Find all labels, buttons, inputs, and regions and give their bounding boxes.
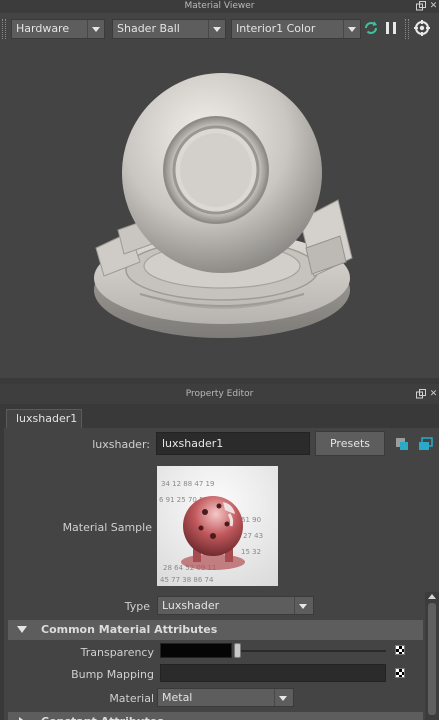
show-input-output-icon[interactable] xyxy=(395,437,409,451)
section-constant-attributes[interactable]: Constant Attributes xyxy=(8,712,423,720)
chevron-down-icon xyxy=(208,20,225,38)
property-editor-titlebar: Property Editor ✕ xyxy=(0,384,439,404)
render-settings-icon[interactable] xyxy=(414,20,430,38)
map-texture-button-icon[interactable] xyxy=(395,668,405,678)
toolbar-separator xyxy=(405,19,409,39)
presets-button[interactable]: Presets xyxy=(315,431,385,456)
scroll-up-icon[interactable] xyxy=(428,594,436,599)
material-viewer-toolbar: Hardware Shader Ball Interior1 Color xyxy=(0,13,439,45)
chevron-down-icon xyxy=(274,689,293,706)
refresh-icon[interactable] xyxy=(363,20,379,38)
pause-icon[interactable] xyxy=(383,20,399,38)
tab-luxshader1[interactable]: luxshader1 xyxy=(6,409,82,428)
svg-text:34 12 88 47 19: 34 12 88 47 19 xyxy=(161,480,214,488)
property-editor-title: Property Editor xyxy=(185,389,254,399)
copy-tab-icon[interactable] xyxy=(418,437,434,451)
chevron-down-icon xyxy=(294,597,313,614)
chevron-down-icon xyxy=(87,20,104,38)
property-editor-body: luxshader: luxshader1 Presets Material S… xyxy=(0,428,439,720)
renderer-dropdown[interactable]: Hardware xyxy=(11,19,105,39)
toolbar-grip-icon[interactable] xyxy=(2,19,6,39)
bump-mapping-label: Bump Mapping xyxy=(71,668,154,681)
geometry-dropdown[interactable]: Shader Ball xyxy=(112,19,226,39)
material-preview-viewport[interactable] xyxy=(0,45,439,378)
transparency-slider-handle[interactable] xyxy=(234,643,241,658)
transparency-label: Transparency xyxy=(80,646,154,659)
chevron-down-icon xyxy=(343,20,360,38)
shader-ball-preview xyxy=(94,73,353,338)
material-sample-swatch[interactable]: 34 12 88 47 19 6 91 25 70 53 28 64 52 09… xyxy=(157,466,278,586)
close-icon[interactable]: ✕ xyxy=(428,1,439,12)
svg-text:61 90: 61 90 xyxy=(241,516,261,524)
type-label: Type xyxy=(124,600,150,613)
collapse-triangle-icon xyxy=(17,626,27,633)
float-window-icon[interactable] xyxy=(415,1,426,12)
material-dropdown[interactable]: Metal xyxy=(157,688,294,707)
material-value: Metal xyxy=(162,691,193,704)
svg-text:15 32: 15 32 xyxy=(241,548,261,556)
svg-text:45 77 38 86 74: 45 77 38 86 74 xyxy=(160,576,214,584)
material-viewer-title: Material Viewer xyxy=(184,1,255,11)
material-label: Material xyxy=(109,692,154,705)
type-value: Luxshader xyxy=(162,599,220,612)
node-name-field[interactable]: luxshader1 xyxy=(156,432,310,455)
property-editor-tabbar: luxshader1 xyxy=(0,404,439,428)
environment-value: Interior1 Color xyxy=(236,22,316,35)
material-viewer-titlebar: Material Viewer ✕ xyxy=(0,0,439,13)
bump-mapping-field[interactable] xyxy=(160,664,386,682)
float-window-icon[interactable] xyxy=(415,389,426,400)
material-sample-label: Material Sample xyxy=(62,521,152,534)
node-type-label: luxshader: xyxy=(92,438,150,451)
type-dropdown[interactable]: Luxshader xyxy=(157,596,314,615)
close-icon[interactable]: ✕ xyxy=(428,389,439,400)
scrollbar-thumb[interactable] xyxy=(428,603,436,715)
map-texture-button-icon[interactable] xyxy=(395,645,405,655)
section-common-material-attributes[interactable]: Common Material Attributes xyxy=(8,620,423,640)
environment-dropdown[interactable]: Interior1 Color xyxy=(231,19,361,39)
property-editor-scrollbar[interactable] xyxy=(425,592,439,720)
transparency-color-swatch[interactable] xyxy=(160,643,232,658)
section-title: Constant Attributes xyxy=(41,712,164,720)
geometry-value: Shader Ball xyxy=(117,22,180,35)
transparency-slider-track[interactable] xyxy=(238,650,386,652)
svg-text:27 43: 27 43 xyxy=(243,532,263,540)
renderer-value: Hardware xyxy=(16,22,70,35)
section-title: Common Material Attributes xyxy=(41,623,218,636)
